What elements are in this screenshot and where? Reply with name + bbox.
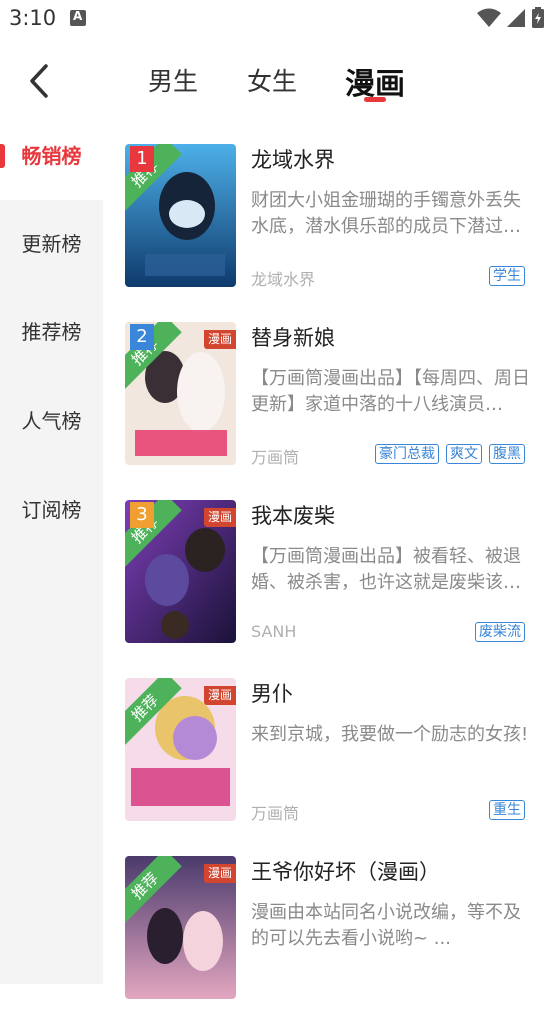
manhua-badge: 漫画 [204, 508, 236, 527]
sidebar-item-label: 订阅榜 [21, 498, 82, 522]
battery-icon [532, 7, 544, 28]
tab-male[interactable]: 男生 [148, 62, 198, 98]
book-cover[interactable]: 推荐 漫画 [125, 678, 236, 821]
sidebar-item-updated[interactable]: 更新榜 [0, 200, 103, 288]
tag-list: 废柴流 [468, 622, 525, 644]
manhua-badge: 漫画 [204, 330, 236, 349]
genre-tag[interactable]: 爽文 [446, 444, 482, 464]
book-title: 替身新娘 [251, 326, 335, 350]
book-item[interactable]: 推荐 漫画 3 我本废柴 【万画筒漫画出品】被看轻、被退婚、被杀害，也许这就是废… [103, 480, 553, 658]
rank-badge: 3 [130, 502, 154, 528]
sidebar-item-subscribed[interactable]: 订阅榜 [0, 466, 103, 554]
book-cover[interactable]: 推荐 漫画 2 [125, 322, 236, 465]
active-tab-indicator [364, 97, 386, 102]
tag-list: 重生 [482, 800, 525, 822]
status-bar: 3:10 [0, 0, 553, 38]
book-author: SANH [251, 622, 297, 641]
book-description: 【万画筒漫画出品】【每周四、周日更新】家道中落的十八线演员… [251, 368, 530, 415]
book-description: 来到京城，我要做一个励志的女孩! [251, 724, 529, 745]
sidebar-item-recommended[interactable]: 推荐榜 [0, 288, 103, 376]
book-title: 男仆 [251, 682, 293, 706]
status-time: 3:10 [9, 6, 57, 30]
notification-a-icon [70, 9, 86, 26]
book-cover[interactable]: 推荐 漫画 [125, 856, 236, 999]
book-cover[interactable]: 推荐 漫画 3 [125, 500, 236, 643]
status-icons [476, 7, 545, 29]
sidebar-item-label: 推荐榜 [21, 320, 82, 344]
wifi-icon [476, 8, 501, 27]
tag-list: 豪门总裁 爽文 腹黑 [368, 444, 525, 466]
book-description: 漫画由本站同名小说改编，等不及的可以先去看小说哟~ ... [251, 902, 521, 949]
book-item[interactable]: 推荐 漫画 2 替身新娘 【万画筒漫画出品】【每周四、周日更新】家道中落的十八线… [103, 302, 553, 480]
book-description: 【万画筒漫画出品】被看轻、被退婚、被杀害，也许这就是废柴该… [251, 546, 521, 593]
book-item[interactable]: 推荐 漫画 男仆 来到京城，我要做一个励志的女孩! 万画筒 重生 [103, 658, 553, 836]
rank-badge: 2 [130, 324, 154, 350]
genre-tag[interactable]: 腹黑 [489, 444, 525, 464]
sidebar-item-bestseller[interactable]: 畅销榜 [0, 112, 103, 200]
genre-tag[interactable]: 废柴流 [475, 622, 525, 642]
sidebar-item-label: 人气榜 [21, 409, 82, 433]
book-description: 财团大小姐金珊瑚的手镯意外丢失水底，潜水俱乐部的成员下潜过… [251, 190, 521, 237]
book-author: 万画筒 [251, 804, 300, 823]
book-author: 万画筒 [251, 448, 300, 467]
manhua-badge: 漫画 [204, 864, 236, 883]
tab-female[interactable]: 女生 [247, 62, 297, 98]
tag-list: 学生 [482, 266, 525, 288]
sidebar-item-label: 更新榜 [21, 232, 82, 256]
signal-icon [506, 9, 525, 27]
rank-sidebar: 畅销榜 更新榜 推荐榜 人气榜 订阅榜 [0, 112, 103, 984]
book-author: 龙域水界 [251, 270, 316, 289]
sidebar-item-label: 畅销榜 [21, 144, 82, 168]
sidebar-item-popular[interactable]: 人气榜 [0, 377, 103, 465]
book-list: 推荐 1 龙域水界 财团大小姐金珊瑚的手镯意外丢失水底，潜水俱乐部的成员下潜过…… [103, 124, 553, 999]
rank-badge: 1 [130, 146, 154, 172]
book-item[interactable]: 推荐 漫画 王爷你好坏（漫画） 漫画由本站同名小说改编，等不及的可以先去看小说哟… [103, 836, 553, 1014]
manhua-badge: 漫画 [204, 686, 236, 705]
active-side-marker [0, 144, 5, 168]
book-title: 龙域水界 [251, 148, 335, 172]
book-title: 王爷你好坏（漫画） [251, 860, 440, 884]
genre-tag[interactable]: 学生 [489, 266, 525, 286]
genre-tag[interactable]: 重生 [489, 800, 525, 820]
book-title: 我本废柴 [251, 504, 335, 528]
book-item[interactable]: 推荐 1 龙域水界 财团大小姐金珊瑚的手镯意外丢失水底，潜水俱乐部的成员下潜过…… [103, 124, 553, 302]
book-cover[interactable]: 推荐 1 [125, 144, 236, 287]
genre-tag[interactable]: 豪门总裁 [375, 444, 439, 464]
